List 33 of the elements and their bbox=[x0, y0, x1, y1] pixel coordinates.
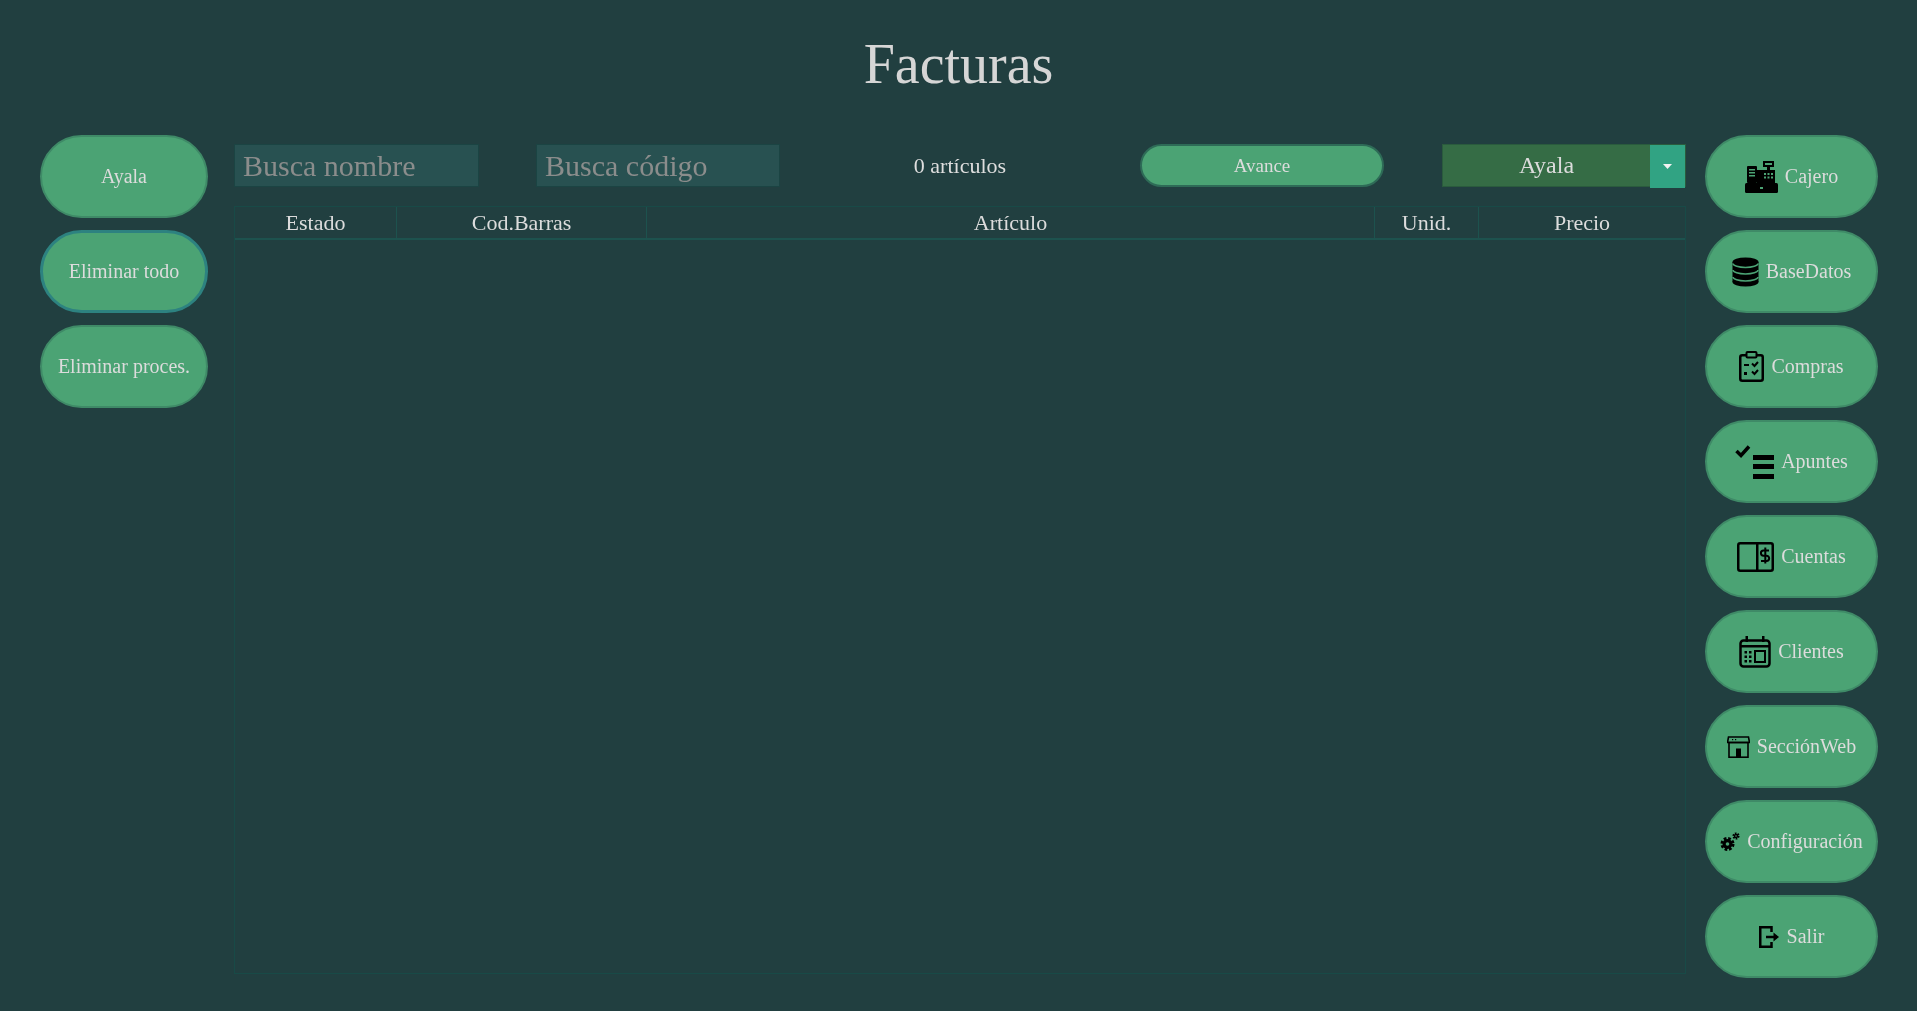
gears-icon bbox=[1720, 831, 1741, 852]
code-search-field[interactable]: Busca código bbox=[536, 144, 780, 187]
cash-register-icon bbox=[1744, 160, 1778, 193]
user-dropdown[interactable]: Ayala bbox=[1442, 144, 1686, 187]
nav-button[interactable]: Cajero bbox=[1705, 135, 1878, 218]
nav-button[interactable]: BaseDatos bbox=[1705, 230, 1878, 313]
caret-icon[interactable] bbox=[1650, 145, 1685, 188]
column-header[interactable]: Precio bbox=[1479, 207, 1685, 238]
nav-button[interactable]: Clientes bbox=[1705, 610, 1878, 693]
column-header[interactable]: Unid. bbox=[1375, 207, 1479, 238]
action-button[interactable]: Eliminar proces. bbox=[40, 325, 208, 408]
page-title: Facturas bbox=[863, 36, 1054, 92]
nav-button[interactable]: Cuentas bbox=[1705, 515, 1878, 598]
checklist-icon bbox=[1735, 444, 1775, 479]
nav-button[interactable]: Salir bbox=[1705, 895, 1878, 978]
nav-button[interactable]: Compras bbox=[1705, 325, 1878, 408]
nav-button[interactable]: Apuntes bbox=[1705, 420, 1878, 503]
nav-button[interactable]: Configuración bbox=[1705, 800, 1878, 883]
action-button[interactable]: Ayala bbox=[40, 135, 208, 218]
storefront-icon bbox=[1726, 735, 1750, 758]
column-header[interactable]: Cod.Barras bbox=[397, 207, 647, 238]
column-header[interactable]: Artículo bbox=[647, 207, 1375, 238]
calendar-icon bbox=[1739, 635, 1772, 668]
action-button[interactable]: Eliminar todo bbox=[40, 230, 208, 313]
clipboard-icon bbox=[1739, 351, 1765, 382]
advance-button[interactable]: Avance bbox=[1140, 144, 1384, 187]
name-search-field[interactable]: Busca nombre bbox=[234, 144, 479, 187]
column-header[interactable]: Estado bbox=[235, 207, 397, 238]
nav-button[interactable]: SecciónWeb bbox=[1705, 705, 1878, 788]
book-dollar-icon bbox=[1737, 541, 1775, 572]
item-count: 0 artículos bbox=[913, 152, 1007, 179]
exit-icon bbox=[1758, 925, 1780, 948]
database-icon bbox=[1731, 256, 1759, 287]
